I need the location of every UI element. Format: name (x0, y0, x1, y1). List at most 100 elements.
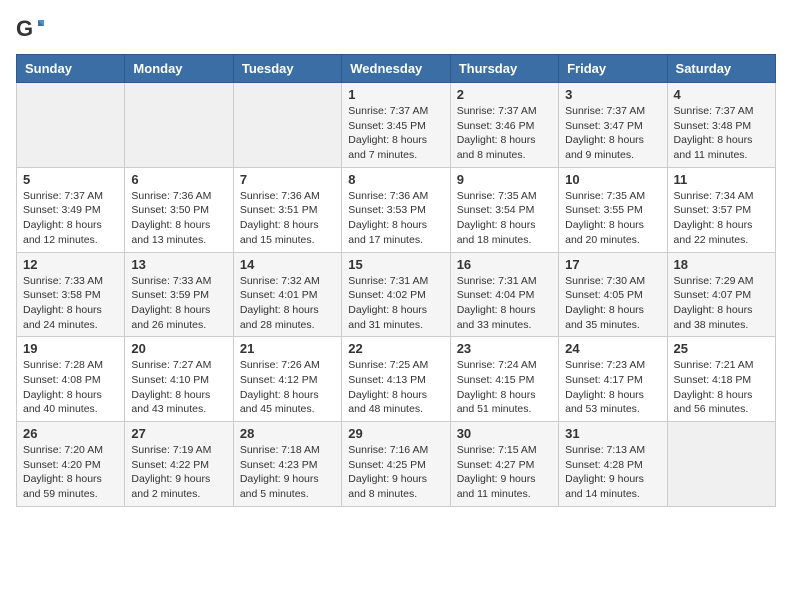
logo: G (16, 16, 48, 44)
calendar-cell: 25Sunrise: 7:21 AM Sunset: 4:18 PM Dayli… (667, 337, 775, 422)
day-info: Sunrise: 7:20 AM Sunset: 4:20 PM Dayligh… (23, 443, 118, 502)
weekday-header-friday: Friday (559, 55, 667, 83)
day-info: Sunrise: 7:36 AM Sunset: 3:51 PM Dayligh… (240, 189, 335, 248)
calendar-cell: 3 Sunrise: 7:37 AM Sunset: 3:47 PM Daylig… (559, 83, 667, 168)
calendar-week-2: 5 Sunrise: 7:37 AM Sunset: 3:49 PM Daylig… (17, 167, 776, 252)
calendar-week-1: 1Sunrise: 7:37 AM Sunset: 3:45 PM Daylig… (17, 83, 776, 168)
calendar-cell: 16 Sunrise: 7:31 AM Sunset: 4:04 PM Dayli… (450, 252, 558, 337)
calendar-cell: 15 Sunrise: 7:31 AM Sunset: 4:02 PM Dayli… (342, 252, 450, 337)
day-info: Sunrise: 7:35 AM Sunset: 3:55 PM Dayligh… (565, 189, 660, 248)
calendar-cell: 21Sunrise: 7:26 AM Sunset: 4:12 PM Dayli… (233, 337, 341, 422)
day-number: 11 (674, 172, 769, 187)
day-number: 14 (240, 257, 335, 272)
day-info: Sunrise: 7:24 AM Sunset: 4:15 PM Dayligh… (457, 358, 552, 417)
calendar-cell: 4 Sunrise: 7:37 AM Sunset: 3:48 PM Daylig… (667, 83, 775, 168)
day-number: 8 (348, 172, 443, 187)
calendar-cell: 9 Sunrise: 7:35 AM Sunset: 3:54 PM Daylig… (450, 167, 558, 252)
calendar-cell: 23 Sunrise: 7:24 AM Sunset: 4:15 PM Dayli… (450, 337, 558, 422)
day-info: Sunrise: 7:31 AM Sunset: 4:04 PM Dayligh… (457, 274, 552, 333)
day-number: 30 (457, 426, 552, 441)
day-number: 29 (348, 426, 443, 441)
calendar-cell: 2Sunrise: 7:37 AM Sunset: 3:46 PM Daylig… (450, 83, 558, 168)
calendar-cell (233, 83, 341, 168)
day-number: 1 (348, 87, 443, 102)
calendar-cell: 31Sunrise: 7:13 AM Sunset: 4:28 PM Dayli… (559, 422, 667, 507)
logo-icon: G (16, 16, 44, 44)
calendar-cell: 28 Sunrise: 7:18 AM Sunset: 4:23 PM Dayli… (233, 422, 341, 507)
day-info: Sunrise: 7:30 AM Sunset: 4:05 PM Dayligh… (565, 274, 660, 333)
day-info: Sunrise: 7:29 AM Sunset: 4:07 PM Dayligh… (674, 274, 769, 333)
day-number: 17 (565, 257, 660, 272)
day-info: Sunrise: 7:25 AM Sunset: 4:13 PM Dayligh… (348, 358, 443, 417)
calendar-cell: 11 Sunrise: 7:34 AM Sunset: 3:57 PM Dayli… (667, 167, 775, 252)
day-number: 6 (131, 172, 226, 187)
calendar-cell: 20 Sunrise: 7:27 AM Sunset: 4:10 PM Dayli… (125, 337, 233, 422)
calendar-cell: 29 Sunrise: 7:16 AM Sunset: 4:25 PM Dayli… (342, 422, 450, 507)
calendar-cell (125, 83, 233, 168)
day-info: Sunrise: 7:36 AM Sunset: 3:50 PM Dayligh… (131, 189, 226, 248)
calendar-cell: 10 Sunrise: 7:35 AM Sunset: 3:55 PM Dayli… (559, 167, 667, 252)
weekday-header-sunday: Sunday (17, 55, 125, 83)
day-number: 19 (23, 341, 118, 356)
day-info: Sunrise: 7:37 AM Sunset: 3:46 PM Dayligh… (457, 104, 552, 163)
weekday-header-saturday: Saturday (667, 55, 775, 83)
day-number: 22 (348, 341, 443, 356)
day-info: Sunrise: 7:27 AM Sunset: 4:10 PM Dayligh… (131, 358, 226, 417)
day-info: Sunrise: 7:13 AM Sunset: 4:28 PM Dayligh… (565, 443, 660, 502)
day-number: 5 (23, 172, 118, 187)
day-number: 13 (131, 257, 226, 272)
day-info: Sunrise: 7:15 AM Sunset: 4:27 PM Dayligh… (457, 443, 552, 502)
weekday-header-monday: Monday (125, 55, 233, 83)
day-number: 12 (23, 257, 118, 272)
day-number: 15 (348, 257, 443, 272)
day-info: Sunrise: 7:37 AM Sunset: 3:48 PM Dayligh… (674, 104, 769, 163)
day-number: 28 (240, 426, 335, 441)
day-info: Sunrise: 7:19 AM Sunset: 4:22 PM Dayligh… (131, 443, 226, 502)
day-info: Sunrise: 7:16 AM Sunset: 4:25 PM Dayligh… (348, 443, 443, 502)
day-info: Sunrise: 7:34 AM Sunset: 3:57 PM Dayligh… (674, 189, 769, 248)
day-number: 26 (23, 426, 118, 441)
calendar-cell: 22 Sunrise: 7:25 AM Sunset: 4:13 PM Dayli… (342, 337, 450, 422)
calendar-cell: 26 Sunrise: 7:20 AM Sunset: 4:20 PM Dayli… (17, 422, 125, 507)
page-header: G (16, 16, 776, 44)
day-number: 4 (674, 87, 769, 102)
calendar-table: SundayMondayTuesdayWednesdayThursdayFrid… (16, 54, 776, 507)
calendar-cell: 30 Sunrise: 7:15 AM Sunset: 4:27 PM Dayli… (450, 422, 558, 507)
day-number: 16 (457, 257, 552, 272)
day-info: Sunrise: 7:37 AM Sunset: 3:49 PM Dayligh… (23, 189, 118, 248)
day-number: 9 (457, 172, 552, 187)
calendar-cell: 19 Sunrise: 7:28 AM Sunset: 4:08 PM Dayli… (17, 337, 125, 422)
weekday-header-wednesday: Wednesday (342, 55, 450, 83)
day-number: 25 (674, 341, 769, 356)
calendar-cell: 24 Sunrise: 7:23 AM Sunset: 4:17 PM Dayli… (559, 337, 667, 422)
day-info: Sunrise: 7:31 AM Sunset: 4:02 PM Dayligh… (348, 274, 443, 333)
calendar-cell: 17 Sunrise: 7:30 AM Sunset: 4:05 PM Dayli… (559, 252, 667, 337)
weekday-header-thursday: Thursday (450, 55, 558, 83)
calendar-cell: 13Sunrise: 7:33 AM Sunset: 3:59 PM Dayli… (125, 252, 233, 337)
day-number: 7 (240, 172, 335, 187)
calendar-cell: 7 Sunrise: 7:36 AM Sunset: 3:51 PM Daylig… (233, 167, 341, 252)
day-number: 23 (457, 341, 552, 356)
calendar-cell: 14Sunrise: 7:32 AM Sunset: 4:01 PM Dayli… (233, 252, 341, 337)
weekday-header-tuesday: Tuesday (233, 55, 341, 83)
calendar-cell: 18Sunrise: 7:29 AM Sunset: 4:07 PM Dayli… (667, 252, 775, 337)
day-info: Sunrise: 7:18 AM Sunset: 4:23 PM Dayligh… (240, 443, 335, 502)
day-info: Sunrise: 7:37 AM Sunset: 3:47 PM Dayligh… (565, 104, 660, 163)
calendar-cell (17, 83, 125, 168)
day-number: 20 (131, 341, 226, 356)
day-info: Sunrise: 7:26 AM Sunset: 4:12 PM Dayligh… (240, 358, 335, 417)
calendar-week-5: 26 Sunrise: 7:20 AM Sunset: 4:20 PM Dayli… (17, 422, 776, 507)
calendar-cell: 6 Sunrise: 7:36 AM Sunset: 3:50 PM Daylig… (125, 167, 233, 252)
day-number: 10 (565, 172, 660, 187)
day-info: Sunrise: 7:28 AM Sunset: 4:08 PM Dayligh… (23, 358, 118, 417)
calendar-cell: 8Sunrise: 7:36 AM Sunset: 3:53 PM Daylig… (342, 167, 450, 252)
day-number: 27 (131, 426, 226, 441)
day-info: Sunrise: 7:35 AM Sunset: 3:54 PM Dayligh… (457, 189, 552, 248)
calendar-week-3: 12Sunrise: 7:33 AM Sunset: 3:58 PM Dayli… (17, 252, 776, 337)
day-number: 3 (565, 87, 660, 102)
calendar-header-row: SundayMondayTuesdayWednesdayThursdayFrid… (17, 55, 776, 83)
calendar-cell (667, 422, 775, 507)
day-info: Sunrise: 7:23 AM Sunset: 4:17 PM Dayligh… (565, 358, 660, 417)
day-number: 24 (565, 341, 660, 356)
calendar-cell: 1Sunrise: 7:37 AM Sunset: 3:45 PM Daylig… (342, 83, 450, 168)
